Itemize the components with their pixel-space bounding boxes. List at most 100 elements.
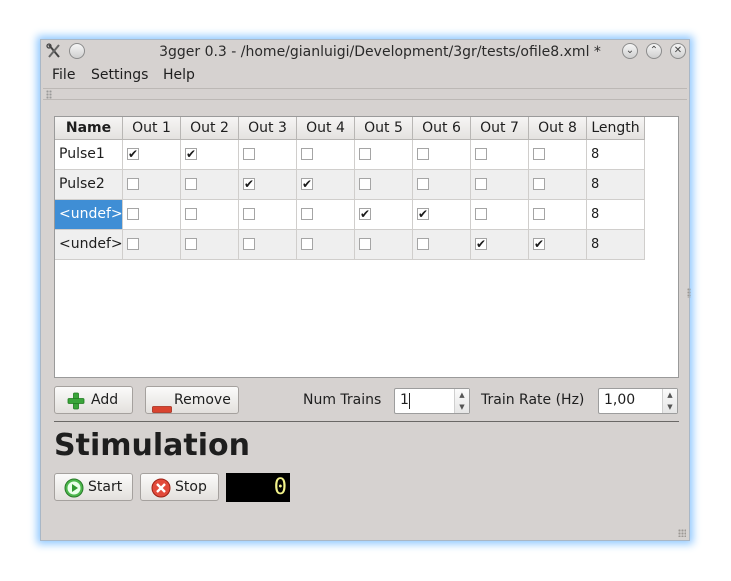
close-icon[interactable]: ✕ xyxy=(670,43,686,59)
window-title: 3gger 0.3 - /home/gianluigi/Development/… xyxy=(159,44,601,60)
spin-down-icon[interactable]: ▼ xyxy=(455,401,469,413)
output-checkbox[interactable] xyxy=(417,148,429,160)
pulse-name-cell[interactable]: Pulse2 xyxy=(55,170,123,200)
output-checkbox[interactable] xyxy=(533,208,545,220)
maximize-icon[interactable]: ⌃ xyxy=(646,43,662,59)
output-cell: ✔ xyxy=(355,200,413,230)
start-button-label: Start xyxy=(88,479,123,495)
output-checkbox[interactable] xyxy=(127,178,139,190)
pulse-name-cell[interactable]: <undef> xyxy=(55,200,123,230)
menu-help[interactable]: Help xyxy=(163,67,195,83)
length-cell[interactable]: 8 xyxy=(587,230,645,260)
minimize-icon[interactable]: ⌄ xyxy=(622,43,638,59)
output-checkbox[interactable] xyxy=(301,208,313,220)
output-checkbox[interactable]: ✔ xyxy=(301,178,313,190)
add-button-label: Add xyxy=(91,392,119,408)
output-cell xyxy=(297,140,355,170)
stop-button[interactable]: Stop xyxy=(140,473,219,501)
train-rate-arrows[interactable]: ▲ ▼ xyxy=(662,389,677,413)
output-checkbox[interactable] xyxy=(533,148,545,160)
num-trains-spinbox[interactable]: 1 ▲ ▼ xyxy=(394,388,470,414)
output-checkbox[interactable] xyxy=(301,148,313,160)
menu-settings[interactable]: Settings xyxy=(91,67,148,83)
column-header[interactable]: Out 7 xyxy=(471,117,529,140)
output-checkbox[interactable] xyxy=(185,238,197,250)
output-checkbox[interactable] xyxy=(417,178,429,190)
train-rate-value[interactable]: 1,00 xyxy=(604,392,635,408)
output-checkbox[interactable]: ✔ xyxy=(185,148,197,160)
column-header[interactable]: Out 6 xyxy=(413,117,471,140)
spin-up-icon[interactable]: ▲ xyxy=(455,389,469,401)
output-checkbox[interactable] xyxy=(127,208,139,220)
output-cell xyxy=(123,170,181,200)
num-trains-arrows[interactable]: ▲ ▼ xyxy=(454,389,469,413)
column-header[interactable]: Out 4 xyxy=(297,117,355,140)
pulse-name-cell[interactable]: Pulse1 xyxy=(55,140,123,170)
output-cell xyxy=(123,200,181,230)
output-checkbox[interactable] xyxy=(243,238,255,250)
remove-button-label: Remove xyxy=(174,392,231,408)
column-header[interactable]: Out 8 xyxy=(529,117,587,140)
add-button[interactable]: Add xyxy=(54,386,133,414)
play-icon xyxy=(64,478,84,507)
output-cell: ✔ xyxy=(123,140,181,170)
output-checkbox[interactable]: ✔ xyxy=(475,238,487,250)
output-checkbox[interactable] xyxy=(533,178,545,190)
pulse-table[interactable]: Name Out 1 Out 2 Out 3 Out 4 Out 5 Out 6 Out 7O… xyxy=(54,116,679,378)
column-header[interactable]: Length xyxy=(587,117,645,140)
output-cell xyxy=(529,140,587,170)
splitter-handle-icon[interactable] xyxy=(687,288,691,298)
num-trains-value[interactable]: 1 xyxy=(400,392,409,408)
output-checkbox[interactable]: ✔ xyxy=(127,148,139,160)
output-cell xyxy=(355,140,413,170)
output-checkbox[interactable] xyxy=(359,238,371,250)
column-header[interactable]: Out 5 xyxy=(355,117,413,140)
column-header[interactable]: Out 1 xyxy=(123,117,181,140)
train-rate-spinbox[interactable]: 1,00 ▲ ▼ xyxy=(598,388,678,414)
output-checkbox[interactable] xyxy=(127,238,139,250)
output-checkbox[interactable]: ✔ xyxy=(417,208,429,220)
output-cell xyxy=(413,230,471,260)
output-cell xyxy=(471,170,529,200)
main-window: 3gger 0.3 - /home/gianluigi/Development/… xyxy=(40,39,691,541)
output-checkbox[interactable]: ✔ xyxy=(359,208,371,220)
output-checkbox[interactable] xyxy=(417,238,429,250)
title-bar[interactable]: 3gger 0.3 - /home/gianluigi/Development/… xyxy=(41,40,689,64)
output-checkbox[interactable] xyxy=(359,148,371,160)
num-trains-label: Num Trains xyxy=(303,392,382,408)
output-checkbox[interactable]: ✔ xyxy=(533,238,545,250)
text-cursor xyxy=(409,393,410,409)
length-cell[interactable]: 8 xyxy=(587,140,645,170)
output-checkbox[interactable] xyxy=(185,208,197,220)
resize-grip-icon[interactable] xyxy=(678,529,686,537)
output-checkbox[interactable] xyxy=(185,178,197,190)
output-checkbox[interactable] xyxy=(359,178,371,190)
length-cell[interactable]: 8 xyxy=(587,170,645,200)
length-cell[interactable]: 8 xyxy=(587,200,645,230)
column-header[interactable]: Out 3 xyxy=(239,117,297,140)
toolbar-grip-icon[interactable] xyxy=(46,90,52,99)
output-cell xyxy=(181,170,239,200)
spin-up-icon[interactable]: ▲ xyxy=(663,389,677,401)
start-button[interactable]: Start xyxy=(54,473,133,501)
menu-circle-icon[interactable] xyxy=(69,43,85,59)
plus-icon xyxy=(67,392,85,419)
output-checkbox[interactable] xyxy=(475,148,487,160)
output-cell xyxy=(181,230,239,260)
output-checkbox[interactable] xyxy=(301,238,313,250)
output-cell xyxy=(123,230,181,260)
spin-down-icon[interactable]: ▼ xyxy=(663,401,677,413)
output-checkbox[interactable] xyxy=(243,208,255,220)
pulse-name-cell[interactable]: <undef> xyxy=(55,230,123,260)
output-cell xyxy=(181,200,239,230)
column-header[interactable]: Out 2 xyxy=(181,117,239,140)
stimulation-heading: Stimulation xyxy=(54,428,250,463)
tools-icon[interactable] xyxy=(46,43,62,59)
output-checkbox[interactable]: ✔ xyxy=(243,178,255,190)
output-checkbox[interactable] xyxy=(243,148,255,160)
column-header[interactable]: Name xyxy=(55,117,123,140)
output-checkbox[interactable] xyxy=(475,208,487,220)
remove-button[interactable]: Remove xyxy=(145,386,239,414)
output-checkbox[interactable] xyxy=(475,178,487,190)
menu-file[interactable]: File xyxy=(52,67,75,83)
